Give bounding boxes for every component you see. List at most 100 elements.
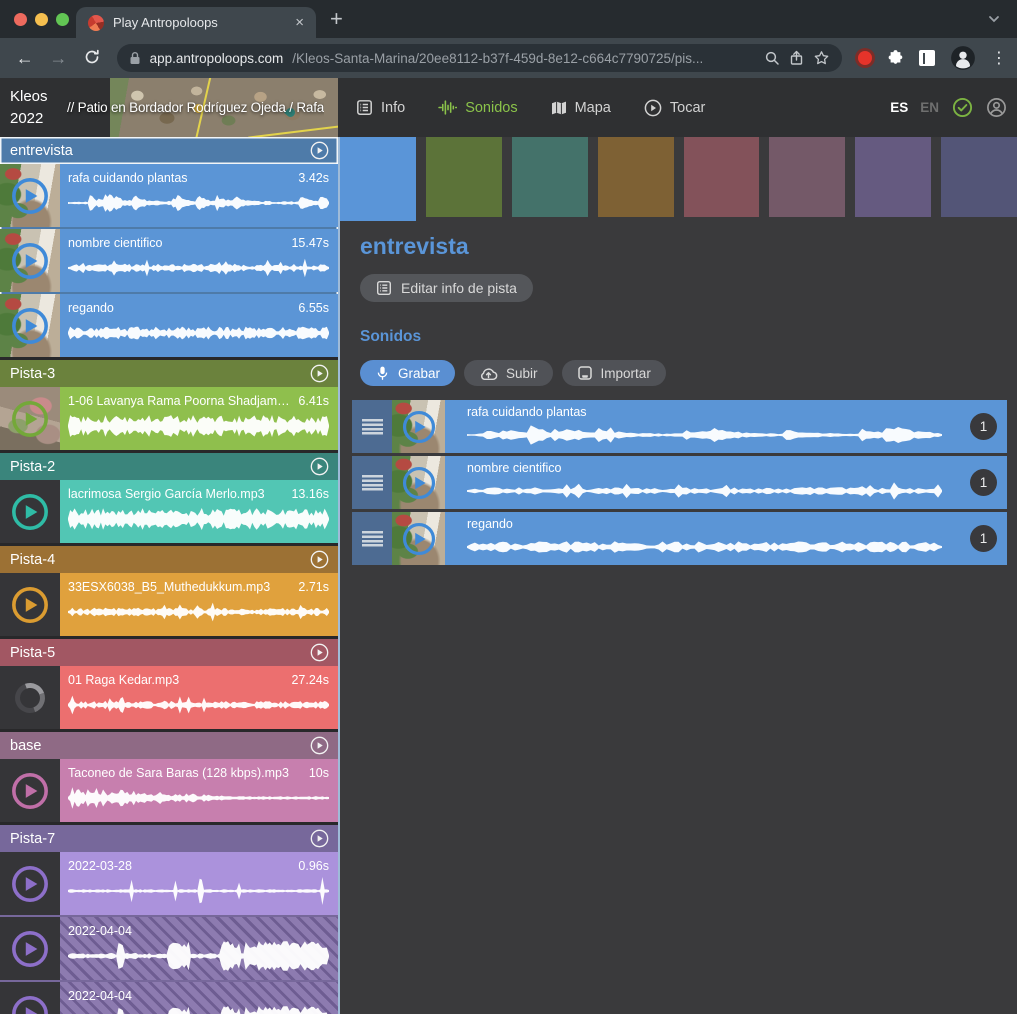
loading-spinner-icon[interactable] [0, 666, 60, 729]
track-header[interactable]: Pista-2 [0, 453, 338, 480]
track-header[interactable]: entrevista [0, 137, 338, 164]
track-swatch-5[interactable] [684, 137, 760, 217]
audio-clip[interactable]: nombre cientifico 15.47s [0, 229, 338, 292]
audio-clip[interactable]: 01 Raga Kedar.mp3 27.24s [0, 666, 338, 729]
sound-row[interactable]: rafa cuidando plantas 1 [352, 400, 1007, 453]
track-play-button[interactable] [310, 141, 329, 160]
app-logo[interactable]: Kleos 2022 [10, 86, 48, 130]
clip-thumbnail[interactable] [0, 294, 60, 357]
breadcrumb[interactable]: // Patio en Bordador Rodríguez Ojeda / R… [67, 78, 324, 137]
clip-thumbnail[interactable] [0, 982, 60, 1014]
audio-clip[interactable]: rafa cuidando plantas 3.42s [0, 164, 338, 227]
forward-button[interactable]: → [44, 49, 74, 67]
play-ring-icon[interactable] [0, 229, 60, 292]
track-header[interactable]: Pista-5 [0, 639, 338, 666]
drag-handle[interactable] [352, 512, 392, 565]
play-ring-icon[interactable] [392, 512, 445, 565]
clip-thumbnail[interactable] [0, 573, 60, 636]
play-ring-icon[interactable] [0, 917, 60, 980]
play-ring-icon[interactable] [0, 982, 60, 1014]
track-play-button[interactable] [310, 829, 329, 848]
drag-handle[interactable] [352, 400, 392, 453]
audio-clip[interactable]: lacrimosa Sergio García Merlo.mp3 13.16s [0, 480, 338, 543]
back-button[interactable]: ← [10, 49, 40, 67]
track-swatch-8[interactable] [941, 137, 1017, 217]
url-bar[interactable]: app.antropoloops.com/Kleos-Santa-Marina/… [117, 44, 842, 72]
clip-thumbnail[interactable] [0, 852, 60, 915]
tab-search-chevron-icon[interactable] [987, 12, 1001, 29]
sound-row[interactable]: regando 1 [352, 512, 1007, 565]
clip-thumbnail[interactable] [0, 387, 60, 450]
side-panel-icon[interactable] [919, 50, 935, 66]
tab-close-icon[interactable]: × [295, 15, 304, 30]
edit-track-info-button[interactable]: Editar info de pista [360, 274, 533, 302]
track-swatch-4[interactable] [598, 137, 674, 217]
track-play-button[interactable] [310, 643, 329, 662]
track-swatch-7[interactable] [855, 137, 931, 217]
importar-button[interactable]: Importar [562, 360, 666, 386]
clip-thumbnail[interactable] [0, 917, 60, 980]
audio-clip[interactable]: 2022-03-28 0.96s [0, 852, 338, 915]
audio-clip[interactable]: 2022-04-04 [0, 982, 338, 1014]
track-play-button[interactable] [310, 736, 329, 755]
audio-clip[interactable]: 2022-04-04 [0, 917, 338, 980]
account-icon[interactable] [986, 97, 1007, 118]
audio-clip[interactable]: Taconeo de Sara Baras (128 kbps).mp3 10s [0, 759, 338, 822]
sound-thumbnail[interactable] [392, 456, 445, 509]
audio-clip[interactable]: regando 6.55s [0, 294, 338, 357]
language-toggle-en[interactable]: EN [920, 100, 939, 115]
grabar-button[interactable]: Grabar [360, 360, 455, 386]
language-toggle-es[interactable]: ES [890, 100, 908, 115]
zoom-icon[interactable] [764, 50, 780, 66]
clip-thumbnail[interactable] [0, 164, 60, 227]
new-tab-button[interactable]: + [330, 8, 343, 30]
close-window-button[interactable] [14, 13, 27, 26]
nav-info[interactable]: Info [356, 99, 405, 116]
clip-thumbnail[interactable] [0, 480, 60, 543]
drag-handle[interactable] [352, 456, 392, 509]
track-header[interactable]: Pista-3 [0, 360, 338, 387]
audio-clip[interactable]: 1-06 Lavanya Rama Poorna Shadjam Rupak..… [0, 387, 338, 450]
play-ring-icon[interactable] [0, 573, 60, 636]
sound-thumbnail[interactable] [392, 512, 445, 565]
sound-row[interactable]: nombre cientifico 1 [352, 456, 1007, 509]
track-play-button[interactable] [310, 550, 329, 569]
play-ring-icon[interactable] [0, 387, 60, 450]
bookmark-star-icon[interactable] [813, 50, 830, 66]
extensions-puzzle-icon[interactable] [887, 50, 904, 67]
browser-menu-icon[interactable]: ⋮ [991, 48, 1007, 68]
play-ring-icon[interactable] [0, 164, 60, 227]
play-ring-icon[interactable] [0, 480, 60, 543]
play-ring-icon[interactable] [392, 400, 445, 453]
screen-recording-icon[interactable] [858, 51, 872, 65]
share-icon[interactable] [789, 50, 804, 66]
track-swatch-2[interactable] [426, 137, 502, 217]
clip-thumbnail[interactable] [0, 666, 60, 729]
nav-mapa[interactable]: Mapa [551, 100, 611, 116]
subir-button[interactable]: Subir [464, 360, 553, 386]
track-swatch-6[interactable] [769, 137, 845, 217]
clip-thumbnail[interactable] [0, 759, 60, 822]
play-ring-icon[interactable] [0, 294, 60, 357]
track-header[interactable]: base [0, 732, 338, 759]
play-ring-icon[interactable] [0, 759, 60, 822]
track-play-button[interactable] [310, 364, 329, 383]
reload-button[interactable] [77, 49, 107, 68]
clip-thumbnail[interactable] [0, 229, 60, 292]
play-ring-icon[interactable] [392, 456, 445, 509]
audio-clip[interactable]: 33ESX6038_B5_Muthedukkum.mp3 2.71s [0, 573, 338, 636]
maximize-window-button[interactable] [56, 13, 69, 26]
track-play-button[interactable] [310, 457, 329, 476]
track-header[interactable]: Pista-7 [0, 825, 338, 852]
clip-duration: 6.55s [298, 301, 329, 315]
track-swatch-3[interactable] [512, 137, 588, 217]
nav-sonidos[interactable]: Sonidos [438, 100, 517, 116]
browser-tab[interactable]: Play Antropoloops × [76, 7, 316, 38]
sound-thumbnail[interactable] [392, 400, 445, 453]
play-ring-icon[interactable] [0, 852, 60, 915]
minimize-window-button[interactable] [35, 13, 48, 26]
profile-avatar[interactable] [950, 45, 976, 71]
track-header[interactable]: Pista-4 [0, 546, 338, 573]
nav-tocar[interactable]: Tocar [644, 99, 705, 117]
track-swatch-1[interactable] [340, 137, 416, 221]
